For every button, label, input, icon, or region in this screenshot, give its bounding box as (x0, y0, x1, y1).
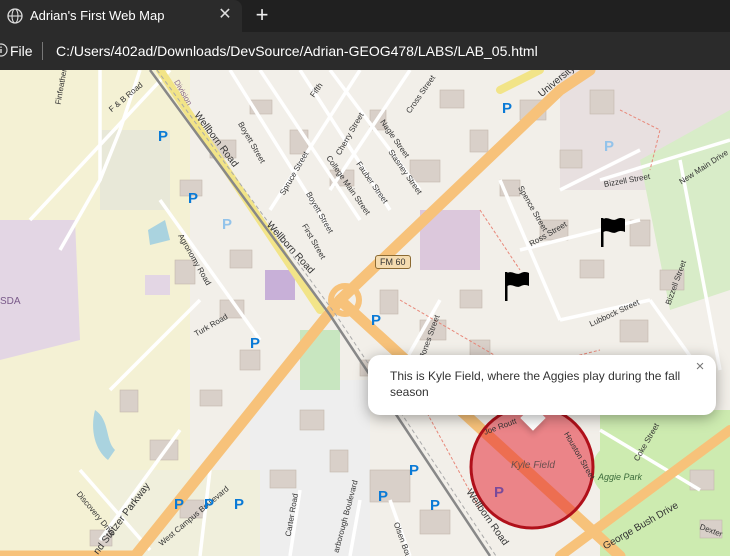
highway-shield: FM 60 (375, 255, 411, 269)
parking-icon: P (604, 138, 615, 155)
close-icon[interactable]: ✕ (216, 6, 234, 24)
parking-icon: P (174, 496, 185, 513)
parking-icon: P (250, 335, 261, 352)
flag-icon[interactable] (598, 216, 628, 248)
label-sda: SDA (0, 296, 21, 307)
parking-icon: P (204, 496, 215, 513)
parking-icon: P (378, 488, 389, 505)
tab-title: Adrian's First Web Map (30, 8, 165, 23)
info-icon[interactable] (0, 43, 8, 57)
url-field[interactable]: C:/Users/402ad/Downloads/DevSource/Adria… (56, 43, 538, 59)
scheme-label: File (10, 43, 33, 59)
parking-icon: P (371, 312, 382, 329)
label-aggie-park: Aggie Park (598, 472, 643, 482)
parking-icon: P (222, 216, 233, 233)
plus-icon[interactable]: + (250, 4, 274, 28)
parking-icon: P (502, 100, 513, 117)
flag-icon[interactable] (502, 270, 532, 302)
parking-icon: P (234, 496, 245, 513)
parking-icon: P (158, 128, 169, 145)
browser-tab[interactable]: Adrian's First Web Map ✕ (0, 0, 242, 32)
address-bar: File C:/Users/402ad/Downloads/DevSource/… (0, 32, 730, 70)
parking-icon: P (494, 484, 505, 501)
globe-icon (7, 8, 23, 24)
parking-icon: P (188, 190, 199, 207)
parking-icon: P (409, 462, 420, 479)
label-kyle-field: Kyle Field (511, 460, 555, 471)
map-canvas[interactable]: Wellborn Road Wellborn Road Wellborn Roa… (0, 70, 730, 556)
address-divider (42, 42, 43, 60)
popup-text: This is Kyle Field, where the Aggies pla… (390, 369, 681, 399)
parking-icon: P (430, 497, 441, 514)
info-popup: This is Kyle Field, where the Aggies pla… (368, 355, 716, 415)
tab-bar: Adrian's First Web Map ✕ + (0, 0, 730, 32)
close-icon[interactable]: × (692, 358, 708, 375)
